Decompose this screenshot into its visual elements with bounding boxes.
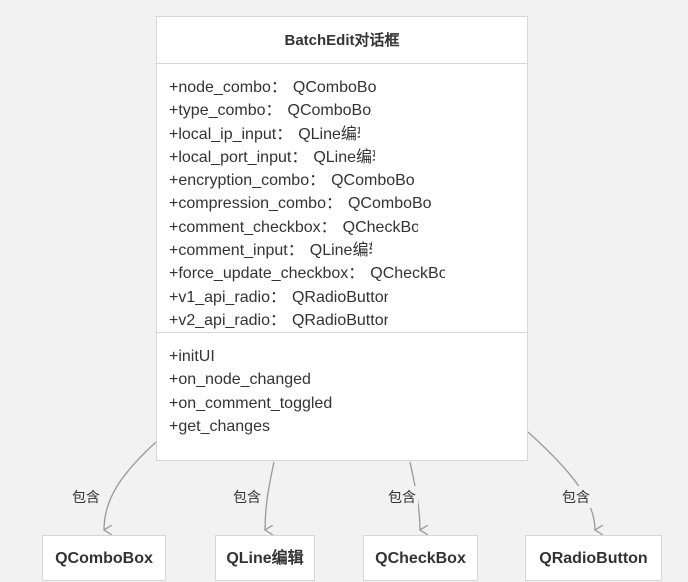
- attribute-row: +local_ip_input：QLine编辑: [169, 125, 360, 143]
- attribute-row: +encryption_combo： QComboBox: [169, 172, 416, 190]
- class-box-qcheckbox: QCheckBox: [363, 535, 478, 581]
- relation-label: 包含: [70, 486, 102, 508]
- attribute-row: +node_combo： QComboBox: [169, 79, 377, 96]
- method-row: +initUI: [169, 348, 215, 365]
- relation-line-qradiobutton: [527, 431, 595, 530]
- method-row: +get_changes: [169, 417, 270, 435]
- relation-line-qcombobox: [104, 441, 157, 530]
- relation-label: 包含: [386, 486, 418, 508]
- attribute-row: +comment_checkbox：QCheckBox: [169, 218, 418, 236]
- method-list: +initUI +on_node_changed +on_comment_tog…: [157, 333, 527, 438]
- relation-label: 包含: [560, 486, 592, 508]
- class-box-qline: QLine编辑: [215, 535, 315, 581]
- class-box-qradiobutton: QRadioButton: [525, 535, 662, 581]
- attribute-row: +compression_combo： QComboBox: [169, 195, 432, 213]
- attribute-row: +v1_api_radio： QRadioButton: [169, 288, 388, 306]
- class-box-qcombobox: QComboBox: [42, 535, 166, 581]
- attribute-list: +node_combo： QComboBox +type_combo： QCombo…: [157, 64, 527, 333]
- attribute-row: +local_port_input：QLine编辑: [169, 148, 375, 166]
- attribute-row: +v2_api_radio： QRadioButton: [169, 311, 388, 329]
- class-box-batchedit: BatchEdit对话框 +node_combo： QComboBox +type…: [156, 16, 528, 461]
- relation-label: 包含: [231, 486, 263, 508]
- attribute-row: +force_update_checkbox：QCheckBox: [169, 265, 446, 283]
- attribute-row: +type_combo： QComboBox: [169, 102, 372, 120]
- relation-line-qline: [265, 461, 275, 530]
- attribute-row: +comment_input：QLine编辑: [169, 242, 372, 260]
- method-row: +on_node_changed: [169, 371, 311, 389]
- method-row: +on_comment_toggled: [169, 394, 333, 412]
- class-title: BatchEdit对话框: [157, 17, 527, 64]
